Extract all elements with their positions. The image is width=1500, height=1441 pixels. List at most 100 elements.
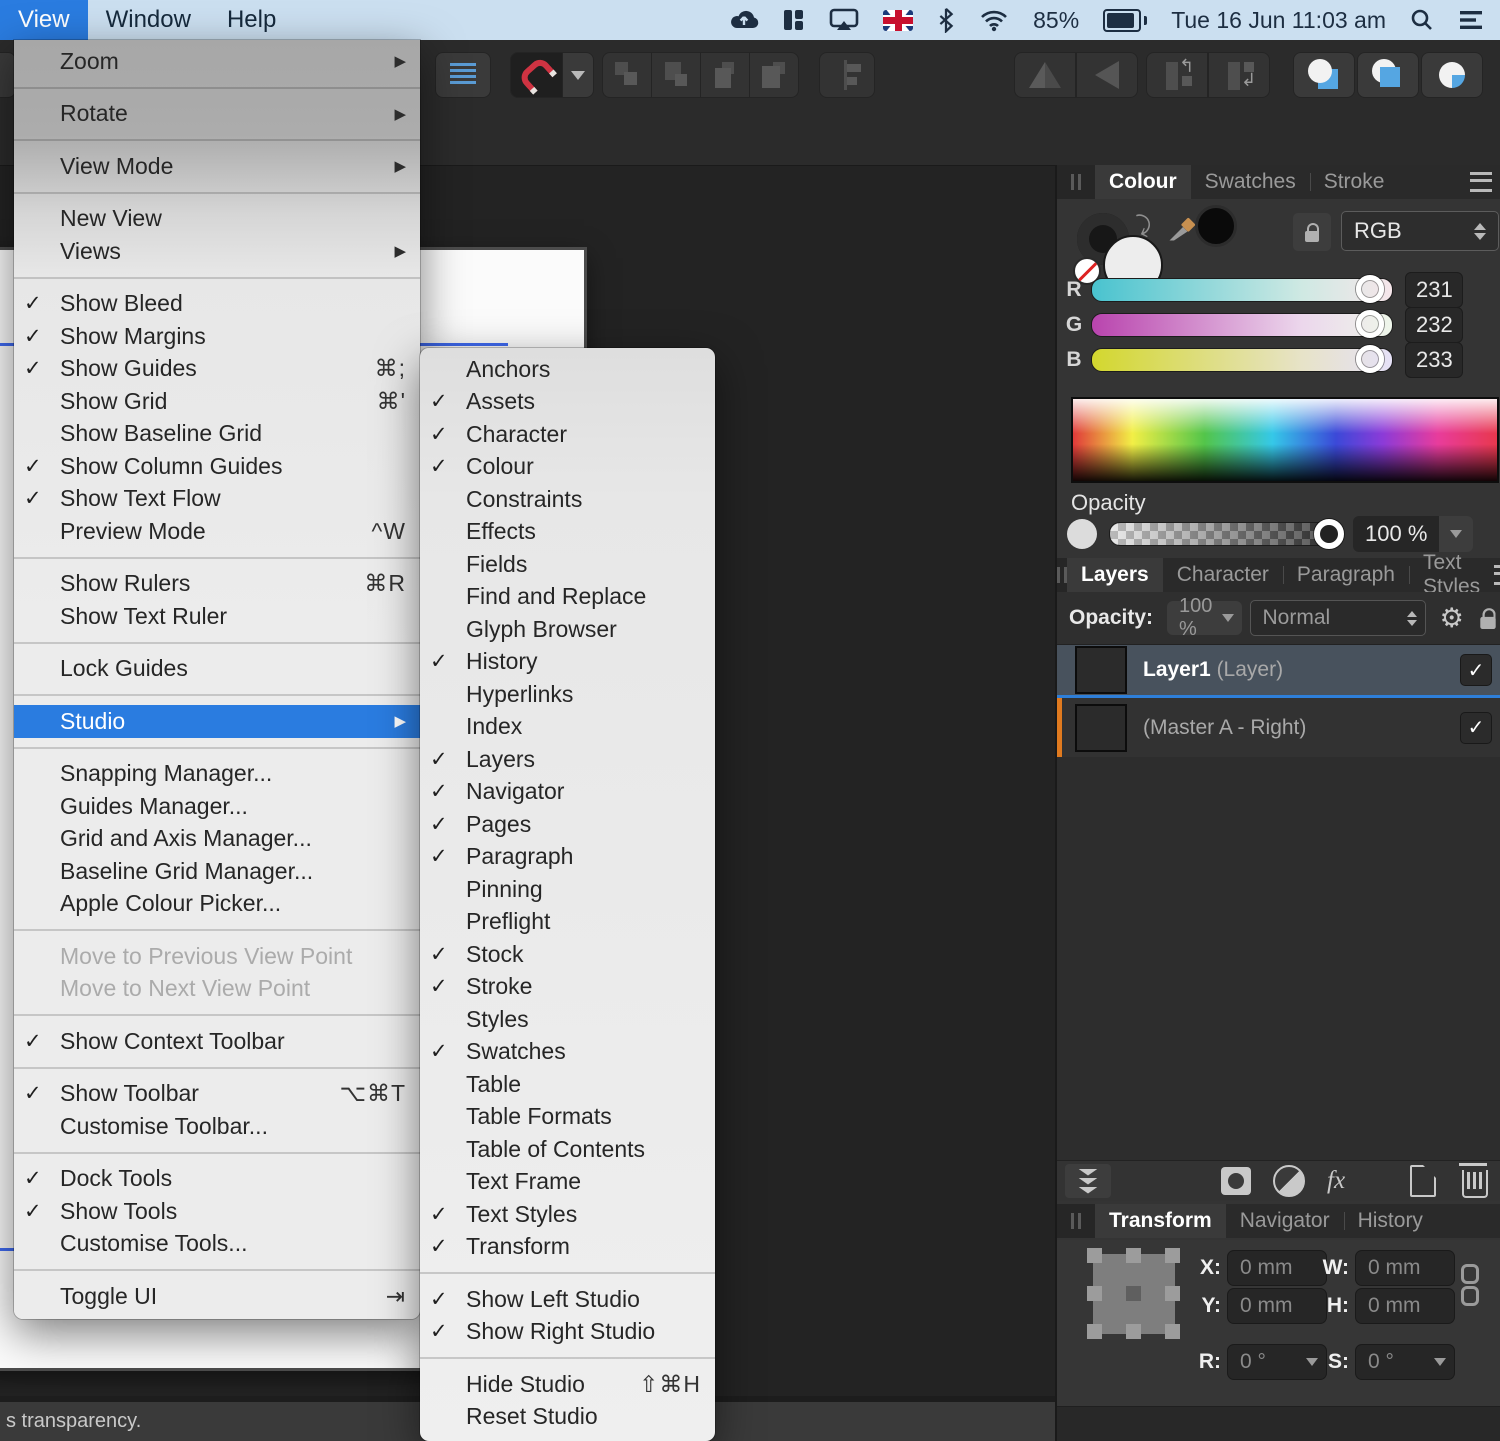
snapping-dropdown-button[interactable]: [562, 52, 594, 98]
view-menu-item-view-mode[interactable]: View Mode▶: [14, 150, 420, 183]
view-menu-item-show-margins[interactable]: ✓Show Margins: [14, 320, 420, 353]
opacity-dropdown-button[interactable]: [1439, 516, 1473, 552]
studio-submenu-item-assets[interactable]: ✓Assets: [420, 386, 715, 419]
view-menu-item-toggle-ui[interactable]: Toggle UI⇥: [14, 1280, 420, 1313]
view-menu-item-rotate[interactable]: Rotate▶: [14, 98, 420, 131]
studio-submenu-item-text-styles[interactable]: ✓Text Styles: [420, 1198, 715, 1231]
studio-submenu-item-layers[interactable]: ✓Layers: [420, 743, 715, 776]
tab-swatches[interactable]: Swatches: [1191, 165, 1310, 199]
shear-field[interactable]: 0 °: [1355, 1344, 1455, 1380]
tab-colour[interactable]: Colour: [1095, 165, 1191, 199]
blend-mode-select[interactable]: Normal: [1250, 600, 1426, 636]
layer-thumbnail[interactable]: [1075, 704, 1127, 752]
view-menu-item-show-tools[interactable]: ✓Show Tools: [14, 1195, 420, 1228]
delete-layer-icon[interactable]: [1462, 1170, 1488, 1198]
flip-vertical-button[interactable]: [1076, 52, 1138, 98]
tab-paragraph[interactable]: Paragraph: [1283, 558, 1409, 592]
blue-value-field[interactable]: 233: [1405, 342, 1463, 378]
view-menu-item-zoom[interactable]: Zoom▶: [14, 45, 420, 78]
colour-spectrum-picker[interactable]: [1071, 397, 1499, 483]
view-menu-item-show-guides[interactable]: ✓Show Guides⌘;: [14, 353, 420, 386]
h-field[interactable]: 0 mm: [1355, 1288, 1455, 1324]
green-value-field[interactable]: 232: [1405, 307, 1463, 343]
move-to-back-button[interactable]: [602, 52, 652, 98]
menubar-item-help[interactable]: Help: [209, 0, 294, 40]
control-centre-icon[interactable]: [1458, 9, 1484, 31]
red-slider[interactable]: [1091, 278, 1393, 302]
studio-submenu-item-paragraph[interactable]: ✓Paragraph: [420, 841, 715, 874]
uk-flag-icon[interactable]: [883, 10, 913, 31]
new-layer-icon[interactable]: [1410, 1165, 1436, 1197]
studio-submenu-item-show-right-studio[interactable]: ✓Show Right Studio: [420, 1316, 715, 1349]
layer-thumbnail[interactable]: [1075, 646, 1127, 694]
layer-visibility-checkbox[interactable]: ✓: [1460, 654, 1492, 686]
view-menu-item-guides-manager[interactable]: Guides Manager...: [14, 790, 420, 823]
studio-submenu-item-colour[interactable]: ✓Colour: [420, 451, 715, 484]
studio-submenu-item-fields[interactable]: Fields: [420, 548, 715, 581]
secondary-swatch[interactable]: [1195, 205, 1237, 247]
tab-character[interactable]: Character: [1163, 558, 1283, 592]
view-menu-item-dock-tools[interactable]: ✓Dock Tools: [14, 1163, 420, 1196]
studio-submenu-item-character[interactable]: ✓Character: [420, 418, 715, 451]
panel-grip-icon[interactable]: [1057, 165, 1095, 199]
view-menu-item-show-baseline-grid[interactable]: Show Baseline Grid: [14, 418, 420, 451]
blue-slider-handle[interactable]: [1356, 345, 1384, 373]
scissors-clip-button[interactable]: [1065, 1164, 1111, 1198]
layers-lock-button[interactable]: [1472, 602, 1500, 635]
green-slider[interactable]: [1091, 313, 1393, 337]
studio-submenu-item-table[interactable]: Table: [420, 1068, 715, 1101]
tab-navigator[interactable]: Navigator: [1226, 1204, 1344, 1238]
insert-behind-button[interactable]: [1293, 52, 1355, 98]
view-menu-item-preview-mode[interactable]: Preview Mode^W: [14, 515, 420, 548]
wifi-icon[interactable]: [979, 8, 1009, 32]
view-menu-item-grid-and-axis-manager[interactable]: Grid and Axis Manager...: [14, 823, 420, 856]
opacity-value-field[interactable]: 100 %: [1353, 516, 1439, 552]
cloud-upload-icon[interactable]: [729, 8, 759, 32]
red-slider-handle[interactable]: [1356, 275, 1384, 303]
view-menu-item-customise-tools[interactable]: Customise Tools...: [14, 1228, 420, 1261]
view-menu-item-lock-guides[interactable]: Lock Guides: [14, 653, 420, 686]
studio-submenu-item-stroke[interactable]: ✓Stroke: [420, 971, 715, 1004]
studio-submenu-item-pinning[interactable]: Pinning: [420, 873, 715, 906]
alignment-button[interactable]: [819, 52, 875, 98]
view-menu-item-studio[interactable]: Studio▶: [14, 705, 420, 738]
layers-opacity-dropdown[interactable]: 100 %: [1167, 601, 1241, 635]
view-menu-item-baseline-grid-manager[interactable]: Baseline Grid Manager...: [14, 855, 420, 888]
studio-submenu-item-show-left-studio[interactable]: ✓Show Left Studio: [420, 1283, 715, 1316]
view-menu-item-show-column-guides[interactable]: ✓Show Column Guides: [14, 450, 420, 483]
colour-mode-select[interactable]: RGB: [1341, 211, 1499, 251]
rotation-field[interactable]: 0 °: [1227, 1344, 1327, 1380]
move-to-front-button[interactable]: [749, 52, 799, 98]
rotate-cw-button[interactable]: ↲: [1208, 52, 1270, 98]
tab-history[interactable]: History: [1344, 1204, 1437, 1238]
colour-lock-button[interactable]: [1293, 213, 1331, 251]
back-one-button[interactable]: [651, 52, 701, 98]
window-panels-icon[interactable]: [783, 8, 805, 32]
studio-submenu-item-find-and-replace[interactable]: Find and Replace: [420, 581, 715, 614]
view-menu-item-show-toolbar[interactable]: ✓Show Toolbar⌥⌘T: [14, 1078, 420, 1111]
studio-submenu-item-transform[interactable]: ✓Transform: [420, 1231, 715, 1264]
link-dimensions-icon[interactable]: [1461, 1264, 1479, 1306]
layer-row-master[interactable]: (Master A - Right) ✓: [1057, 698, 1500, 757]
panel-grip-icon[interactable]: [1057, 1204, 1095, 1238]
studio-submenu-item-history[interactable]: ✓History: [420, 646, 715, 679]
studio-submenu-item-text-frame[interactable]: Text Frame: [420, 1166, 715, 1199]
studio-submenu-item-stock[interactable]: ✓Stock: [420, 938, 715, 971]
menubar-item-window[interactable]: Window: [88, 0, 209, 40]
blue-slider[interactable]: [1091, 348, 1393, 372]
tab-text-styles[interactable]: Text Styles: [1409, 558, 1494, 592]
studio-submenu-item-table-formats[interactable]: Table Formats: [420, 1101, 715, 1134]
adjustment-layer-icon[interactable]: [1273, 1165, 1305, 1197]
snapping-toggle-button[interactable]: [510, 52, 564, 98]
studio-submenu-item-index[interactable]: Index: [420, 711, 715, 744]
studio-submenu-item-reset-studio[interactable]: Reset Studio: [420, 1401, 715, 1434]
layer-visibility-checkbox[interactable]: ✓: [1460, 712, 1492, 744]
mask-layer-icon[interactable]: [1221, 1167, 1251, 1195]
green-slider-handle[interactable]: [1356, 310, 1384, 338]
studio-submenu-item-hyperlinks[interactable]: Hyperlinks: [420, 678, 715, 711]
forward-one-button[interactable]: [700, 52, 750, 98]
opacity-slider-handle[interactable]: [1314, 519, 1344, 549]
studio-submenu-item-effects[interactable]: Effects: [420, 516, 715, 549]
panel-menu-button[interactable]: [1470, 165, 1500, 199]
panel-grip-icon[interactable]: [1057, 558, 1067, 592]
